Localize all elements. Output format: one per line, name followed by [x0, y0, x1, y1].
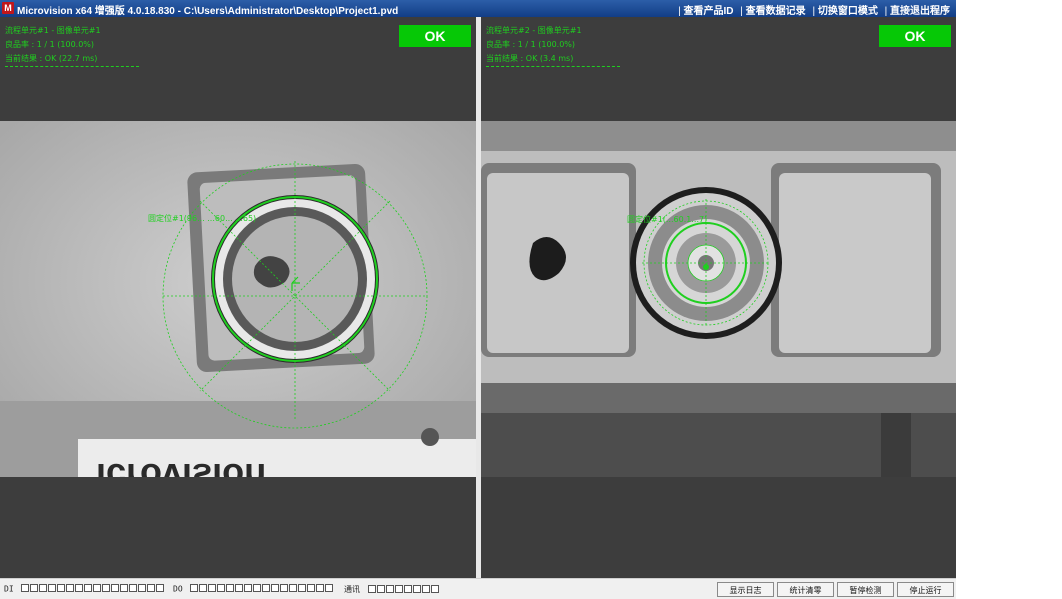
locator-label: 圆定位#1(...60.1...7) — [627, 214, 707, 224]
do-box-1 — [199, 584, 208, 592]
do-box-2 — [208, 584, 217, 592]
pause-detection-button[interactable]: 暂停检测 — [837, 582, 894, 597]
svg-text:icrovision: icrovision — [96, 456, 266, 477]
yield-rate-label: 良品率 : 1 / 1 (100.0%) — [5, 40, 95, 49]
menu-switch-window-mode[interactable]: 切换窗口模式 — [812, 6, 877, 17]
app-window: M Microvision x64 增强版 4.0.18.830 - C:\Us… — [0, 0, 956, 599]
di-box-14 — [147, 584, 156, 592]
di-box-4 — [57, 584, 66, 592]
show-log-button[interactable]: 显示日志 — [717, 582, 774, 597]
camera-panel-2[interactable]: 流程单元#2 - 图像单元#1 良品率 : 1 / 1 (100.0%) 当前结… — [481, 20, 956, 577]
di-box-0 — [21, 584, 30, 592]
status-badge: OK — [879, 25, 951, 47]
divider-line — [486, 66, 620, 67]
di-box-11 — [120, 584, 129, 592]
title-bar: M Microvision x64 增强版 4.0.18.830 - C:\Us… — [0, 0, 956, 17]
di-box-9 — [102, 584, 111, 592]
divider-line — [5, 66, 139, 67]
comm-box-3 — [394, 584, 403, 593]
di-label: DI — [4, 584, 14, 594]
process-unit-label: 流程单元#2 - 图像单元#1 — [486, 26, 582, 35]
do-checkboxes — [190, 584, 334, 594]
yield-rate-label: 良品率 : 1 / 1 (100.0%) — [486, 40, 576, 49]
do-box-7 — [253, 584, 262, 592]
locator-label: 圆定位#1(96... ...60... ...65) — [148, 213, 256, 223]
do-box-6 — [244, 584, 253, 592]
status-badge: OK — [399, 25, 471, 47]
camera-image-1: icrovision 圆定位#1(96... ...60... ...65) — [0, 121, 476, 477]
app-logo-icon: M — [2, 2, 14, 14]
do-box-10 — [280, 584, 289, 592]
camera-panel-1[interactable]: 流程单元#1 - 图像单元#1 良品率 : 1 / 1 (100.0%) 当前结… — [0, 20, 476, 577]
di-checkboxes — [21, 584, 165, 594]
do-box-8 — [262, 584, 271, 592]
do-box-13 — [307, 584, 316, 592]
do-box-12 — [298, 584, 307, 592]
menu-exit-program[interactable]: 直接退出程序 — [885, 6, 950, 17]
comm-box-1 — [376, 584, 385, 593]
camera-image-2: 圆定位#1(...60.1...7) — [481, 121, 956, 477]
comm-box-2 — [385, 584, 394, 593]
do-box-15 — [325, 584, 334, 592]
comm-box-4 — [403, 584, 412, 593]
status-bar: DI DO 通讯 显示日志 统计清零 暂停检测 停止运行 — [0, 578, 956, 599]
do-box-14 — [316, 584, 325, 592]
comm-box-6 — [421, 584, 430, 593]
di-box-10 — [111, 584, 120, 592]
do-box-11 — [289, 584, 298, 592]
do-box-0 — [190, 584, 199, 592]
comm-indicator: 通讯 — [344, 584, 440, 595]
di-box-15 — [156, 584, 165, 592]
di-box-13 — [138, 584, 147, 592]
comm-box-7 — [430, 584, 439, 593]
di-box-5 — [66, 584, 75, 592]
di-box-7 — [84, 584, 93, 592]
comm-checkboxes — [367, 584, 440, 595]
menu-view-data-records[interactable]: 查看数据记录 — [740, 6, 805, 17]
menu-view-product-id[interactable]: 查看产品ID — [678, 6, 733, 17]
di-box-2 — [39, 584, 48, 592]
comm-box-0 — [367, 584, 376, 593]
panel-info: 流程单元#2 - 图像单元#1 良品率 : 1 / 1 (100.0%) 当前结… — [486, 24, 582, 66]
comm-label: 通讯 — [344, 585, 360, 594]
di-box-6 — [75, 584, 84, 592]
di-box-12 — [129, 584, 138, 592]
current-result-label: 当前结果 : OK (22.7 ms) — [5, 54, 98, 63]
do-box-4 — [226, 584, 235, 592]
do-label: DO — [173, 584, 183, 594]
do-box-9 — [271, 584, 280, 592]
panel-info: 流程单元#1 - 图像单元#1 良品率 : 1 / 1 (100.0%) 当前结… — [5, 24, 101, 66]
reset-stats-button[interactable]: 统计清零 — [777, 582, 834, 597]
stop-running-button[interactable]: 停止运行 — [897, 582, 954, 597]
comm-box-5 — [412, 584, 421, 593]
process-unit-label: 流程单元#1 - 图像单元#1 — [5, 26, 101, 35]
do-box-3 — [217, 584, 226, 592]
do-indicator: DO — [173, 584, 334, 594]
window-title: Microvision x64 增强版 4.0.18.830 - C:\User… — [17, 6, 399, 17]
di-indicator: DI — [4, 584, 165, 594]
current-result-label: 当前结果 : OK (3.4 ms) — [486, 54, 574, 63]
di-box-1 — [30, 584, 39, 592]
di-box-8 — [93, 584, 102, 592]
top-menu: 查看产品ID 查看数据记录 切换窗口模式 直接退出程序 — [674, 2, 950, 17]
di-box-3 — [48, 584, 57, 592]
do-box-5 — [235, 584, 244, 592]
